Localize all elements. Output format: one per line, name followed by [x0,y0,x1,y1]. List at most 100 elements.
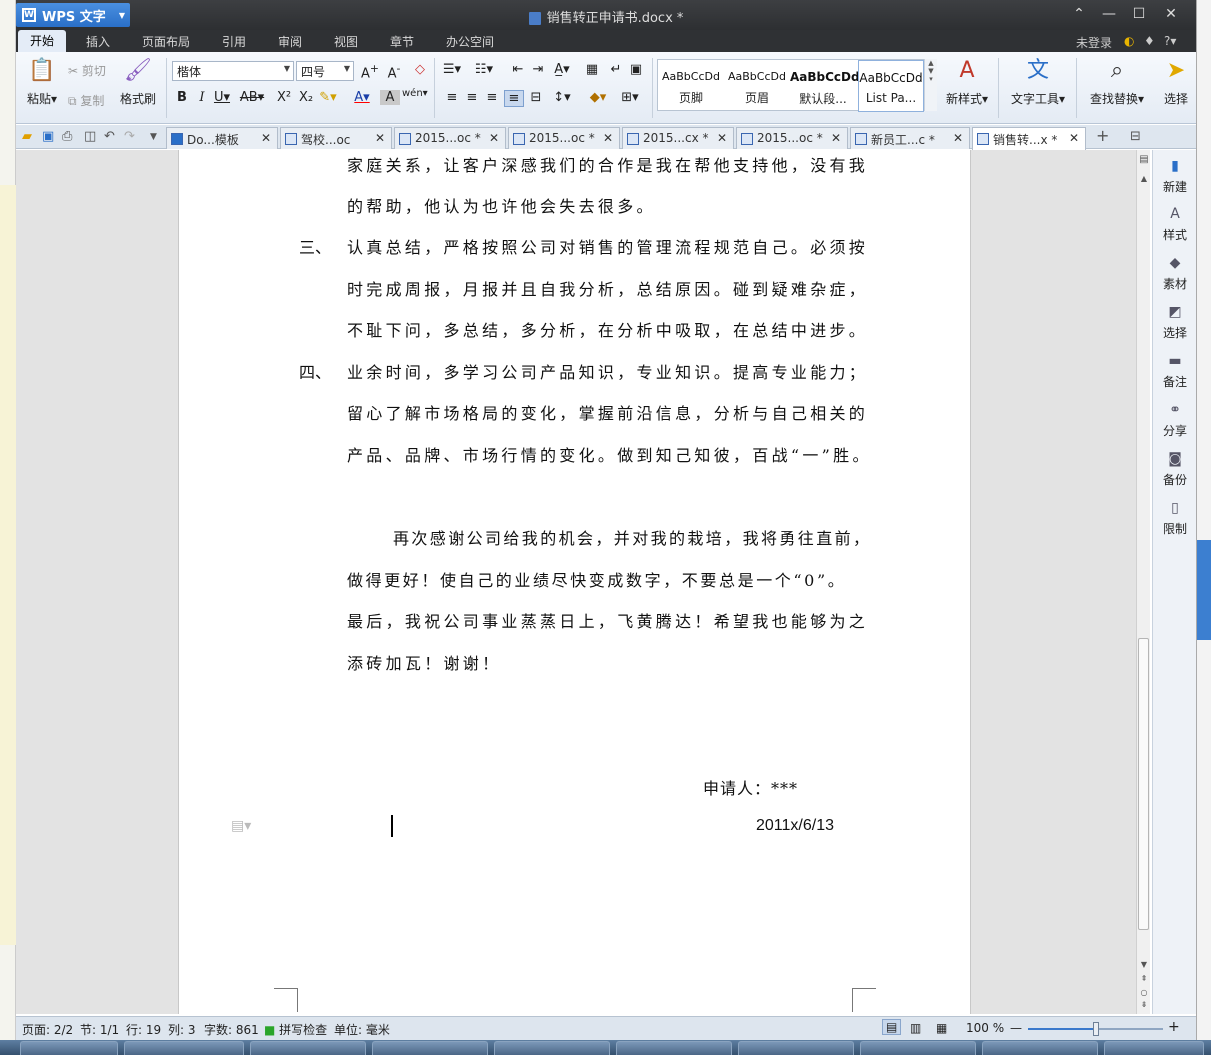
copy-button[interactable]: ⧉ 复制 [68,92,104,109]
format-painter-button[interactable]: 🖌 格式刷 [116,56,160,107]
close-tab-icon[interactable]: ✕ [261,131,271,145]
login-link[interactable]: 未登录 [1076,34,1112,51]
align-right-icon[interactable]: ≡ [482,90,502,105]
zoom-level[interactable]: 100 % [966,1021,1004,1035]
status-spell-check[interactable]: ■ 拼写检查 [264,1021,327,1038]
style-header[interactable]: AaBbCcDd 页眉 [724,60,790,112]
align-left-icon[interactable]: ≡ [442,90,462,105]
minimize-button[interactable]: — [1094,4,1124,24]
sidepanel-styles[interactable]: A 样式 [1153,206,1197,243]
shrink-font-button[interactable]: A- [384,62,404,81]
select-button[interactable]: ➤ 选择 [1156,56,1196,107]
collapse-ribbon-button[interactable]: ⌃ [1064,4,1094,24]
undo-icon[interactable]: ↶ [104,129,115,144]
sidepanel-notes[interactable]: ▬ 备注 [1153,353,1197,390]
new-style-button[interactable]: A 新样式▾ [942,56,992,107]
tab-document-1[interactable]: Do...模板 ✕ [166,127,278,149]
taskbar-button[interactable] [124,1041,244,1055]
style-default-paragraph[interactable]: AaBbCcDd 默认段... [790,60,860,112]
tab-start[interactable]: 开始 [18,30,67,52]
status-page[interactable]: 页面: 2/2 [22,1021,73,1038]
superscript-button[interactable]: X² [274,90,294,105]
style-gallery-scroll[interactable]: ▲ ▼ ▾ [924,59,937,111]
tab-document-5[interactable]: 2015...cx * ✕ [622,127,734,149]
previous-page-icon[interactable]: ⇞ [1137,974,1151,983]
close-tab-icon[interactable]: ✕ [1069,131,1079,145]
scrollbar-thumb[interactable] [1138,638,1149,930]
skin-icon[interactable]: ◐ [1124,34,1134,48]
tab-page-layout[interactable]: 页面布局 [142,33,190,50]
bold-button[interactable]: B [172,90,192,105]
close-tab-icon[interactable]: ✕ [717,131,727,145]
close-tab-icon[interactable]: ✕ [489,131,499,145]
subscript-button[interactable]: X₂ [296,90,316,105]
decrease-indent-icon[interactable]: ⇤ [508,62,528,77]
increase-indent-icon[interactable]: ⇥ [528,62,548,77]
shirt-icon[interactable]: ♦ [1144,34,1155,48]
cut-button[interactable]: ✂ 剪切 [68,62,106,79]
tab-office-space[interactable]: 办公空间 [446,33,494,50]
status-unit[interactable]: 单位: 毫米 [334,1021,390,1038]
taskbar-button[interactable] [250,1041,366,1055]
sidepanel-new[interactable]: ▮ 新建 [1153,158,1197,195]
taskbar-button[interactable] [616,1041,732,1055]
taskbar-button[interactable] [372,1041,488,1055]
sidepanel-materials[interactable]: ◆ 素材 [1153,255,1197,292]
print-preview-icon[interactable]: ◫ [84,129,96,144]
new-tab-button[interactable]: + [1096,126,1109,145]
help-button[interactable]: ?▾ [1164,34,1176,48]
read-view-icon[interactable]: ▦ [936,1021,947,1035]
align-center-icon[interactable]: ≡ [462,90,482,105]
zoom-out-button[interactable]: — [1010,1021,1022,1035]
tab-document-3[interactable]: 2015...oc * ✕ [394,127,506,149]
save-icon[interactable]: ▣ [42,129,54,144]
tab-document-4[interactable]: 2015...oc * ✕ [508,127,620,149]
highlight-icon[interactable]: ✎▾ [318,90,338,105]
close-button[interactable]: ✕ [1156,4,1186,24]
close-tab-icon[interactable]: ✕ [831,131,841,145]
status-word-count[interactable]: 字数: 861 [204,1021,259,1038]
select-browse-icon[interactable]: ○ [1137,988,1151,997]
sidepanel-share[interactable]: ⚭ 分享 [1153,402,1197,439]
line-spacing-icon[interactable]: ↕▾ [552,90,572,105]
text-tools-button[interactable]: 文 文字工具▾ [1008,56,1068,107]
close-tab-icon[interactable]: ✕ [375,131,385,145]
scroll-down-icon[interactable]: ▼ [1137,960,1151,969]
paragraph-layout-icon[interactable]: ▤▾ [231,818,251,834]
font-size-select[interactable]: 四号 ▼ [296,61,354,81]
taskbar-button[interactable] [1104,1041,1204,1055]
italic-button[interactable]: I [192,90,212,105]
close-tab-icon[interactable]: ✕ [953,131,963,145]
find-replace-button[interactable]: ⌕ 查找替换▾ [1086,56,1148,107]
taskbar-button[interactable] [982,1041,1098,1055]
text-direction-icon[interactable]: A̲▾ [552,62,572,77]
taskbar-button[interactable] [494,1041,610,1055]
distributed-icon[interactable]: ⊟ [526,90,546,105]
taskbar-button[interactable] [738,1041,854,1055]
picture-frame-icon[interactable]: ▣ [626,62,646,77]
font-color-button[interactable]: A▾ [352,90,372,105]
close-tab-icon[interactable]: ✕ [603,131,613,145]
bullet-list-icon[interactable]: ☰▾ [442,62,462,77]
sidepanel-restrict[interactable]: ▯ 限制 [1153,500,1197,537]
show-marks-icon[interactable]: ↵ [606,62,626,77]
shading-icon[interactable]: ◆▾ [588,90,608,105]
tab-references[interactable]: 引用 [222,33,246,50]
vertical-scrollbar[interactable]: ▤ ▲ ▼ ⇞ ○ ⇟ [1136,150,1150,1014]
customize-quick-access-icon[interactable]: ▼ [150,132,157,142]
tab-review[interactable]: 审阅 [278,33,302,50]
maximize-button[interactable]: ☐ [1124,4,1154,24]
zoom-in-button[interactable]: + [1168,1019,1180,1035]
style-list-paragraph[interactable]: AaBbCcDd List Pa... [858,60,924,112]
redo-icon[interactable]: ↷ [124,129,135,144]
tab-list-icon[interactable]: ⊟ [1130,129,1141,144]
sidepanel-select[interactable]: ◩ 选择 [1153,304,1197,341]
tab-document-7[interactable]: 新员工...c * ✕ [850,127,970,149]
tab-document-2[interactable]: 驾校...oc ✕ [280,127,392,149]
underline-button[interactable]: U▾ [212,90,232,105]
grow-font-button[interactable]: A+ [360,62,380,81]
open-icon[interactable]: ▰ [22,129,32,144]
zoom-slider-handle[interactable] [1093,1022,1099,1036]
sidepanel-backup[interactable]: ◙ 备份 [1153,451,1197,488]
tab-view[interactable]: 视图 [334,33,358,50]
